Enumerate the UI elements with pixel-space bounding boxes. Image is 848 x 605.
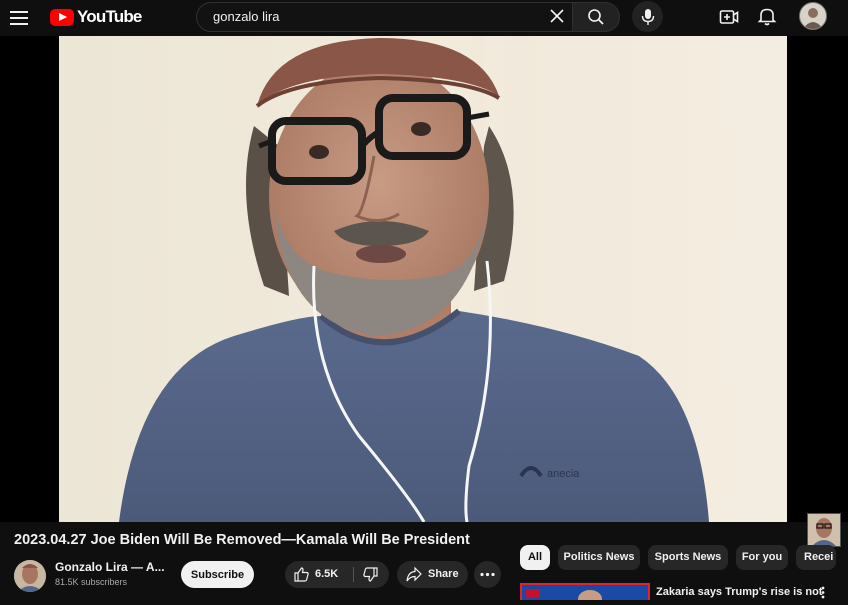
video-player[interactable]: anecia xyxy=(0,36,848,547)
recommended-more-icon[interactable] xyxy=(818,585,828,600)
chip-all[interactable]: All xyxy=(520,545,550,570)
like-count: 6.5K xyxy=(315,568,339,580)
video-frame[interactable]: anecia xyxy=(59,36,787,522)
recommended-video-thumbnail[interactable] xyxy=(520,583,650,600)
search-input[interactable] xyxy=(211,8,535,25)
create-icon[interactable] xyxy=(719,7,739,27)
channel-name[interactable]: Gonzalo Lira — A... xyxy=(55,560,165,574)
youtube-logo[interactable]: YouTube xyxy=(50,6,142,28)
voice-search-button[interactable] xyxy=(632,1,663,32)
chip-recently-uploaded[interactable]: Recei xyxy=(796,545,836,570)
account-avatar[interactable] xyxy=(799,2,827,30)
search-box xyxy=(196,2,573,32)
youtube-logo-icon xyxy=(50,8,74,26)
mic-icon xyxy=(641,9,655,25)
clear-icon[interactable] xyxy=(549,8,565,24)
share-icon xyxy=(406,567,422,582)
share-label: Share xyxy=(428,568,459,580)
recommended-video-title[interactable]: Zakaria says Trump's rise is not xyxy=(656,586,822,598)
search-button[interactable] xyxy=(572,2,620,32)
chip-politics-news[interactable]: Politics News xyxy=(558,545,640,570)
subscriber-count: 81.5K subscribers xyxy=(55,577,128,587)
thumbs-down-icon xyxy=(363,567,378,582)
shirt-logo-text: anecia xyxy=(547,468,580,480)
like-button[interactable]: 6.5K xyxy=(285,561,351,588)
channel-avatar[interactable] xyxy=(14,560,46,592)
bell-icon[interactable] xyxy=(757,6,777,26)
search-icon xyxy=(588,9,604,25)
more-icon xyxy=(480,572,495,577)
chip-for-you[interactable]: For you xyxy=(736,545,788,570)
more-actions-button[interactable] xyxy=(474,561,501,588)
dislike-button[interactable] xyxy=(355,561,389,588)
menu-icon[interactable] xyxy=(10,8,28,26)
video-still-image: anecia xyxy=(59,36,787,522)
share-button[interactable]: Share xyxy=(397,561,468,588)
miniplayer-thumbnail[interactable] xyxy=(807,513,841,547)
logo-text: YouTube xyxy=(77,7,142,26)
like-dislike-group: 6.5K xyxy=(285,561,389,588)
like-divider xyxy=(353,567,354,582)
masthead: YouTube xyxy=(0,0,848,34)
subscribe-button[interactable]: Subscribe xyxy=(181,561,254,588)
chip-sports-news[interactable]: Sports News xyxy=(648,545,728,570)
thumbs-up-icon xyxy=(294,567,309,582)
video-title: 2023.04.27 Joe Biden Will Be Removed—Kam… xyxy=(14,532,470,548)
